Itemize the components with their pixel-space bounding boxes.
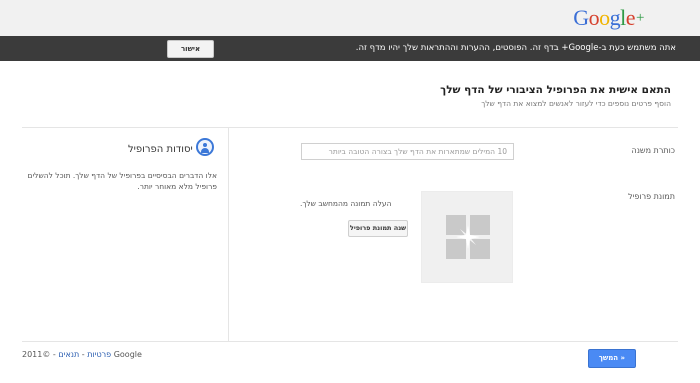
footer-links: פרטיות - תנאים - ©2011 Google xyxy=(22,350,142,359)
divider xyxy=(228,127,229,342)
divider xyxy=(22,341,678,342)
logo-letter: g xyxy=(609,5,621,30)
privacy-link[interactable]: פרטיות xyxy=(87,350,111,359)
change-photo-button[interactable]: שנה תמונת פרופיל xyxy=(348,220,408,237)
top-bar: Google+ xyxy=(0,0,700,37)
logo-letter: e xyxy=(625,5,636,30)
profile-photo-placeholder[interactable] xyxy=(421,191,513,283)
section-description: אלו הדברים הבסיסיים בפרופיל של הדף שלך. … xyxy=(27,171,217,191)
section-title: יסודות הפרופיל xyxy=(128,144,193,155)
terms-link[interactable]: תנאים xyxy=(58,350,79,359)
logo-letter: o xyxy=(588,5,600,30)
tagline-label: כותרת משנה xyxy=(631,146,675,155)
notice-bar: אישור אתה משתמש כעת ב-Google+ בדף זה. הפ… xyxy=(0,36,700,61)
page-title: התאם אישית את הפרופיל הציבורי של הדף שלך xyxy=(440,84,671,96)
page-subtitle: הוסף פרטים נוספים כדי לעזור לאנשים למצוא… xyxy=(481,99,671,108)
logo-plus: + xyxy=(636,10,644,26)
profile-icon xyxy=(196,138,214,156)
divider xyxy=(22,127,678,128)
logo-letter: G xyxy=(573,5,589,30)
logo-letter: o xyxy=(599,5,610,30)
notice-text: אתה משתמש כעת ב-Google+ בדף זה. הפוסטים,… xyxy=(355,43,676,53)
continue-button[interactable]: המשך » xyxy=(588,349,636,368)
ok-button[interactable]: אישור xyxy=(167,40,214,58)
upload-text: העלה תמונה מהמחשב שלך. xyxy=(300,199,392,208)
photo-placeholder-icon xyxy=(446,215,490,259)
profile-photo-label: תמונת פרופיל xyxy=(628,192,675,201)
tagline-input[interactable]: 10 המילים שמתארות את הדף שלך בצורה הטובה… xyxy=(301,143,514,160)
google-plus-logo[interactable]: Google+ xyxy=(573,5,644,31)
